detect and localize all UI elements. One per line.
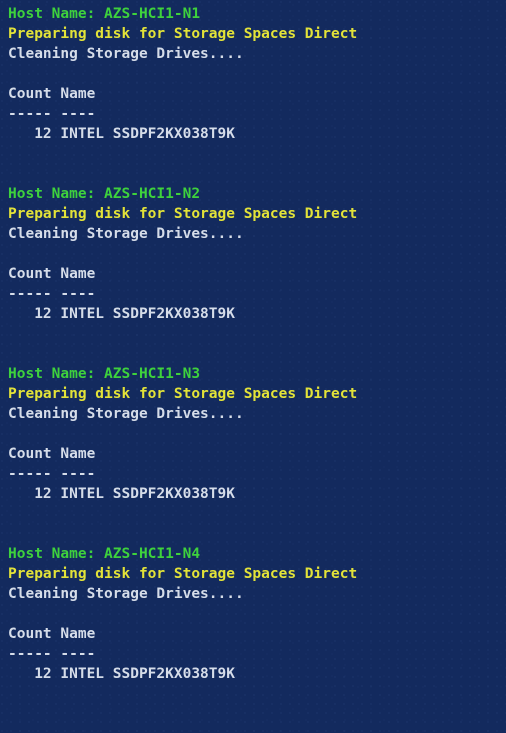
table-row: 12 INTEL SSDPF2KX038T9K xyxy=(8,124,506,144)
blank-line xyxy=(8,324,506,344)
cleaning-drives-line: Cleaning Storage Drives.... xyxy=(8,224,506,244)
host-name-line: Host Name: AZS-HCI1-N3 xyxy=(8,364,506,384)
preparing-disk-line: Preparing disk for Storage Spaces Direct xyxy=(8,384,506,404)
host-name-line: Host Name: AZS-HCI1-N1 xyxy=(8,4,506,24)
blank-line xyxy=(8,144,506,164)
cleaning-drives-line: Cleaning Storage Drives.... xyxy=(8,584,506,604)
cleaning-drives-line: Cleaning Storage Drives.... xyxy=(8,44,506,64)
host-output-block: Host Name: AZS-HCI1-N4 Preparing disk fo… xyxy=(8,544,506,684)
table-header-line: Count Name xyxy=(8,84,506,104)
blank-line xyxy=(8,604,506,624)
host-name-line: Host Name: AZS-HCI1-N4 xyxy=(8,544,506,564)
table-rule-line: ----- ---- xyxy=(8,464,506,484)
table-header-line: Count Name xyxy=(8,624,506,644)
blank-line xyxy=(8,244,506,264)
blank-line xyxy=(8,344,506,364)
blank-line xyxy=(8,524,506,544)
blank-line xyxy=(8,504,506,524)
host-output-block: Host Name: AZS-HCI1-N2 Preparing disk fo… xyxy=(8,184,506,364)
table-rule-line: ----- ---- xyxy=(8,104,506,124)
blank-line xyxy=(8,164,506,184)
preparing-disk-line: Preparing disk for Storage Spaces Direct xyxy=(8,204,506,224)
preparing-disk-line: Preparing disk for Storage Spaces Direct xyxy=(8,564,506,584)
table-row: 12 INTEL SSDPF2KX038T9K xyxy=(8,304,506,324)
table-row: 12 INTEL SSDPF2KX038T9K xyxy=(8,484,506,504)
table-header-line: Count Name xyxy=(8,264,506,284)
table-row: 12 INTEL SSDPF2KX038T9K xyxy=(8,664,506,684)
table-rule-line: ----- ---- xyxy=(8,284,506,304)
cleaning-drives-line: Cleaning Storage Drives.... xyxy=(8,404,506,424)
table-rule-line: ----- ---- xyxy=(8,644,506,664)
blank-line xyxy=(8,424,506,444)
host-name-line: Host Name: AZS-HCI1-N2 xyxy=(8,184,506,204)
host-output-block: Host Name: AZS-HCI1-N3 Preparing disk fo… xyxy=(8,364,506,544)
table-header-line: Count Name xyxy=(8,444,506,464)
preparing-disk-line: Preparing disk for Storage Spaces Direct xyxy=(8,24,506,44)
powershell-console-output[interactable]: Host Name: AZS-HCI1-N1 Preparing disk fo… xyxy=(0,0,506,733)
blank-line xyxy=(8,64,506,84)
host-output-block: Host Name: AZS-HCI1-N1 Preparing disk fo… xyxy=(8,4,506,184)
